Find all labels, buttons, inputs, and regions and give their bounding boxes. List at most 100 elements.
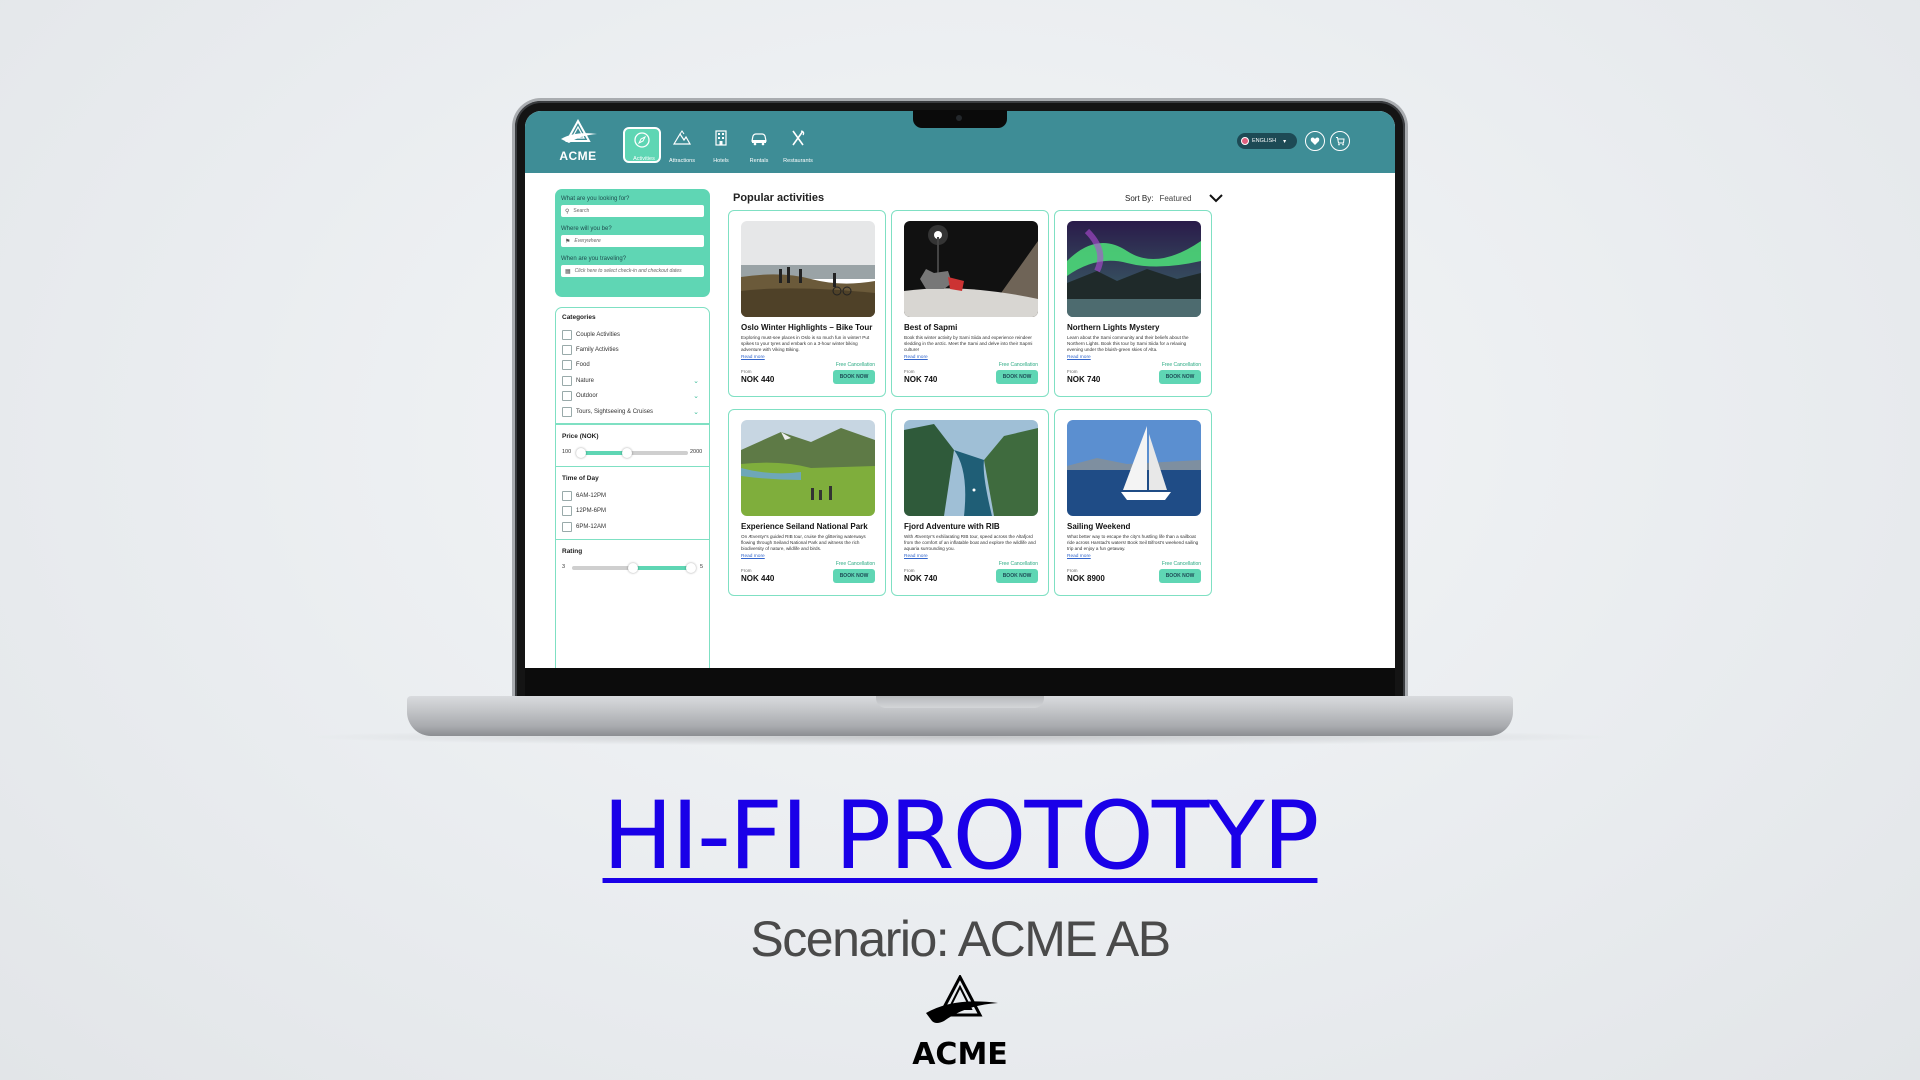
book-now-button[interactable]: BOOK NOW bbox=[996, 370, 1038, 384]
read-more-link[interactable]: Read more bbox=[741, 554, 765, 559]
slider-thumb-max[interactable] bbox=[622, 447, 632, 458]
slide-subtitle: Scenario: ACME AB bbox=[750, 911, 1171, 967]
nav-label: Restaurants bbox=[783, 158, 813, 164]
slider-thumb-min[interactable] bbox=[576, 447, 586, 458]
book-now-button[interactable]: BOOK NOW bbox=[833, 569, 875, 583]
category-option[interactable]: Family Activities bbox=[562, 342, 703, 357]
favorites-button[interactable] bbox=[1305, 131, 1325, 151]
checkbox[interactable] bbox=[562, 391, 572, 402]
category-option[interactable]: Food bbox=[562, 358, 703, 373]
acme-bottom-logo: ACME bbox=[910, 973, 1010, 1075]
activity-card[interactable]: Oslo Winter Highlights – Bike Tour Explo… bbox=[728, 210, 886, 397]
price-slider[interactable]: 100 2000 bbox=[562, 446, 703, 460]
read-more-link[interactable]: Read more bbox=[741, 355, 765, 360]
book-now-button[interactable]: BOOK NOW bbox=[833, 370, 875, 384]
nav-restaurants[interactable]: Restaurants bbox=[779, 127, 817, 164]
activity-image[interactable] bbox=[741, 420, 875, 516]
laptop-screen: ACME Activities Attractions Hotels Renta… bbox=[525, 111, 1395, 668]
chevron-down-icon[interactable]: ⌄ bbox=[693, 392, 699, 400]
rating-slider[interactable]: 3 5 bbox=[562, 561, 703, 575]
free-cancellation: Free Cancellation bbox=[998, 362, 1038, 368]
checkbox[interactable] bbox=[562, 375, 572, 386]
checkbox[interactable] bbox=[562, 491, 572, 502]
slider-fill bbox=[582, 450, 626, 455]
activity-price: NOK 440 bbox=[741, 375, 775, 384]
search-panel: What are you looking for? ⚲ Search Where… bbox=[555, 189, 710, 297]
time-label: 6PM-12AM bbox=[576, 523, 607, 530]
checkbox[interactable] bbox=[562, 345, 572, 356]
cart-button[interactable] bbox=[1330, 131, 1350, 151]
checkbox[interactable] bbox=[562, 521, 572, 532]
acme-logo-icon bbox=[561, 119, 597, 143]
time-option[interactable]: 6PM-12AM bbox=[562, 519, 703, 534]
location-input[interactable]: ⚑ Everywhere bbox=[561, 235, 704, 247]
acme-logo[interactable]: ACME bbox=[555, 119, 601, 165]
activity-title: Oslo Winter Highlights – Bike Tour bbox=[741, 323, 873, 332]
book-now-button[interactable]: BOOK NOW bbox=[996, 569, 1038, 583]
acme-logo-text: ACME bbox=[912, 1037, 1008, 1072]
activity-description: On Æventyr's guided RIB tour, cruise the… bbox=[741, 534, 866, 552]
logo-text: ACME bbox=[559, 149, 597, 163]
checkbox[interactable] bbox=[562, 329, 572, 340]
language-selector[interactable]: ENGLISH ▾ bbox=[1237, 133, 1297, 149]
divider bbox=[556, 465, 709, 468]
camera-notch bbox=[913, 110, 1007, 128]
time-option[interactable]: 6AM-12PM bbox=[562, 488, 703, 503]
category-option[interactable]: Nature ⌄ bbox=[562, 373, 703, 388]
category-option[interactable]: Couple Activities bbox=[562, 327, 703, 342]
activity-image[interactable] bbox=[741, 221, 875, 317]
activity-card[interactable]: Experience Seiland National Park On Æven… bbox=[728, 409, 886, 596]
search-input[interactable]: ⚲ Search bbox=[561, 205, 704, 217]
activity-card[interactable]: Fjord Adventure with RIB With Æventyr's … bbox=[891, 409, 1049, 596]
filter-panel: Categories Couple Activities Family Acti… bbox=[555, 307, 710, 668]
laptop-chin bbox=[525, 668, 1395, 696]
compass-icon bbox=[634, 132, 650, 148]
rating-min: 3 bbox=[562, 564, 566, 571]
sort-dropdown[interactable]: Sort By: Featured bbox=[1125, 194, 1224, 203]
checkbox[interactable] bbox=[562, 406, 572, 417]
building-icon bbox=[715, 130, 727, 146]
checkbox[interactable] bbox=[562, 360, 572, 371]
activity-description: Book this winter activity by Sami Siida … bbox=[904, 335, 1033, 353]
slide-headline[interactable]: HI-FI PROTOTYP bbox=[0, 782, 1920, 891]
read-more-link[interactable]: Read more bbox=[1067, 554, 1091, 559]
activity-image[interactable] bbox=[904, 221, 1038, 317]
activity-image[interactable] bbox=[1067, 221, 1201, 317]
activity-card[interactable]: Northern Lights Mystery Learn about the … bbox=[1054, 210, 1212, 397]
acme-logo-icon bbox=[926, 973, 998, 1023]
search-icon: ⚲ bbox=[565, 208, 570, 215]
activity-image[interactable] bbox=[1067, 420, 1201, 516]
activity-title: Experience Seiland National Park bbox=[741, 522, 868, 531]
activity-image[interactable] bbox=[904, 420, 1038, 516]
activity-description: What better way to escape the city's hus… bbox=[1067, 534, 1199, 552]
slider-thumb-min[interactable] bbox=[628, 563, 638, 574]
activity-card[interactable]: Sailing Weekend What better way to escap… bbox=[1054, 409, 1212, 596]
category-label: Couple Activities bbox=[576, 331, 621, 338]
fjord-image bbox=[904, 420, 1038, 516]
category-label: Tours, Sightseeing & Cruises bbox=[576, 408, 654, 415]
activity-price: NOK 8900 bbox=[1067, 574, 1105, 583]
from-label: From bbox=[741, 568, 752, 573]
flag-icon bbox=[1241, 137, 1249, 145]
from-label: From bbox=[741, 369, 752, 374]
chevron-down-icon[interactable]: ⌄ bbox=[693, 377, 699, 385]
read-more-link[interactable]: Read more bbox=[904, 554, 928, 559]
time-option[interactable]: 12PM-6PM bbox=[562, 504, 703, 519]
language-label: ENGLISH bbox=[1252, 138, 1277, 144]
activity-price: NOK 740 bbox=[904, 375, 938, 384]
activity-description: Learn about the Sami community and their… bbox=[1067, 335, 1189, 353]
chevron-down-icon[interactable]: ⌄ bbox=[693, 408, 699, 416]
read-more-link[interactable]: Read more bbox=[904, 355, 928, 360]
book-now-button[interactable]: BOOK NOW bbox=[1159, 569, 1201, 583]
free-cancellation: Free Cancellation bbox=[1161, 362, 1201, 368]
category-option[interactable]: Outdoor ⌄ bbox=[562, 389, 703, 404]
checkbox[interactable] bbox=[562, 506, 572, 517]
dates-input[interactable]: ▦ Click here to select check-in and chec… bbox=[561, 265, 704, 277]
activity-card[interactable]: Best of Sapmi Book this winter activity … bbox=[891, 210, 1049, 397]
category-option[interactable]: Tours, Sightseeing & Cruises ⌄ bbox=[562, 404, 703, 419]
slider-thumb-max[interactable] bbox=[686, 563, 696, 574]
read-more-link[interactable]: Read more bbox=[1067, 355, 1091, 360]
rating-max: 5 bbox=[700, 564, 704, 571]
from-label: From bbox=[904, 369, 915, 374]
book-now-button[interactable]: BOOK NOW bbox=[1159, 370, 1201, 384]
